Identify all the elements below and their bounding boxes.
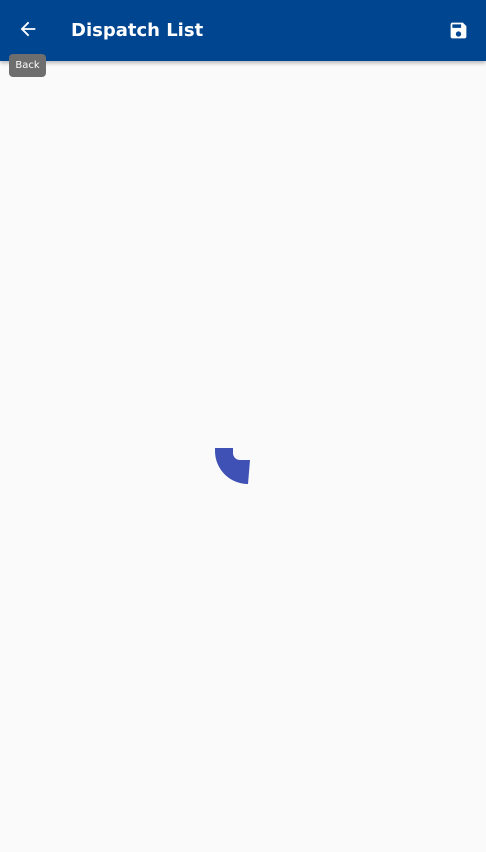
back-button[interactable] — [0, 0, 56, 58]
app-window: Dispatch List Back — [0, 0, 486, 852]
back-tooltip: Back — [9, 54, 46, 77]
save-button[interactable] — [436, 8, 480, 52]
floppy-disk-icon — [448, 20, 469, 41]
loading-spinner-icon — [213, 446, 253, 486]
page-title: Dispatch List — [71, 20, 204, 41]
app-bar: Dispatch List — [0, 0, 486, 61]
arrow-left-icon — [17, 18, 39, 40]
